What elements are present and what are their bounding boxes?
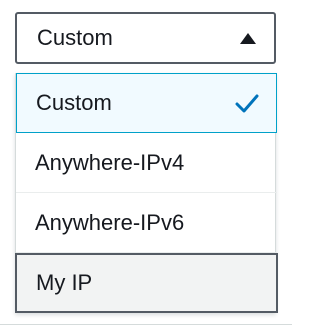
option-custom[interactable]: Custom bbox=[16, 73, 277, 133]
source-type-select[interactable]: Custom bbox=[15, 12, 276, 64]
option-label: Custom bbox=[36, 90, 112, 115]
option-label: My IP bbox=[36, 270, 93, 295]
option-my-ip[interactable]: My IP bbox=[15, 253, 278, 313]
option-label: Anywhere-IPv4 bbox=[35, 149, 185, 175]
option-anywhere-ipv4[interactable]: Anywhere-IPv4 bbox=[16, 133, 277, 193]
caret-up-icon bbox=[240, 32, 256, 44]
select-value: Custom bbox=[37, 25, 113, 50]
option-label: Anywhere-IPv6 bbox=[35, 209, 185, 235]
background-divider bbox=[0, 324, 292, 325]
dropdown-menu: Custom Anywhere-IPv4 Anywhere-IPv6 My IP bbox=[15, 73, 278, 313]
check-icon bbox=[235, 94, 259, 113]
dropdown-stage: Custom Custom Anywhere-IPv4 Anywhere-IPv… bbox=[0, 0, 292, 334]
option-anywhere-ipv6[interactable]: Anywhere-IPv6 bbox=[16, 193, 277, 253]
